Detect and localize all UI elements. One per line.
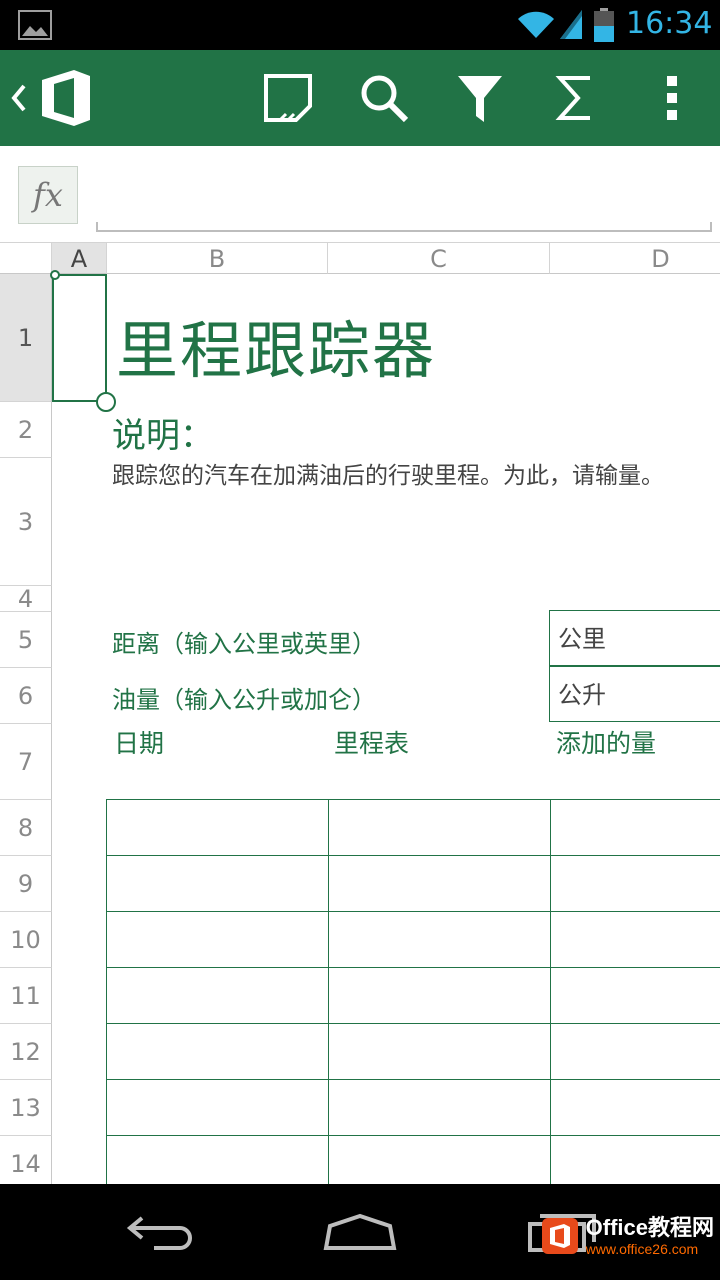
app-bar bbox=[0, 50, 720, 146]
touch-mode-icon[interactable] bbox=[262, 72, 314, 124]
signal-icon bbox=[560, 10, 582, 39]
back-nav-icon[interactable] bbox=[124, 1212, 196, 1252]
status-bar: 16:34 bbox=[0, 0, 720, 50]
more-icon[interactable] bbox=[646, 72, 698, 124]
row-header-3[interactable]: 3 bbox=[0, 458, 52, 586]
spreadsheet-grid[interactable]: A B C D 1 2 3 4 5 6 7 8 9 10 11 12 13 14… bbox=[0, 242, 720, 1184]
description-label[interactable]: 说明： bbox=[112, 408, 214, 457]
table-cell[interactable] bbox=[551, 1080, 720, 1136]
formula-input[interactable] bbox=[96, 216, 712, 232]
selected-cell-a1[interactable] bbox=[52, 274, 107, 402]
row-header-5[interactable]: 5 bbox=[0, 612, 52, 668]
distance-label[interactable]: 距离（输入公里或英里） bbox=[112, 624, 376, 659]
selection-handle-top[interactable] bbox=[50, 270, 60, 280]
column-header-b[interactable]: B bbox=[107, 242, 328, 274]
table-cell[interactable] bbox=[551, 1136, 720, 1184]
row-header-8[interactable]: 8 bbox=[0, 800, 52, 856]
select-all-corner[interactable] bbox=[0, 242, 52, 274]
column-header-d[interactable]: D bbox=[550, 242, 720, 274]
fx-button[interactable]: fx bbox=[18, 166, 78, 224]
table-cell[interactable] bbox=[329, 800, 551, 856]
wifi-icon bbox=[518, 11, 554, 38]
data-table[interactable] bbox=[106, 799, 720, 1184]
status-time: 16:34 bbox=[626, 6, 713, 41]
table-cell[interactable] bbox=[107, 800, 329, 856]
column-header-a[interactable]: A bbox=[52, 242, 107, 274]
table-cell[interactable] bbox=[107, 1080, 329, 1136]
table-cell[interactable] bbox=[329, 968, 551, 1024]
selection-handle-bottom[interactable] bbox=[96, 392, 116, 412]
table-cell[interactable] bbox=[107, 912, 329, 968]
row-header-7[interactable]: 7 bbox=[0, 724, 52, 800]
office-watermark-logo-icon bbox=[541, 1218, 578, 1254]
sum-icon[interactable] bbox=[550, 72, 602, 124]
table-cell[interactable] bbox=[329, 856, 551, 912]
table-cell[interactable] bbox=[329, 912, 551, 968]
watermark: Office教程网 www.office26.com bbox=[540, 1212, 714, 1260]
table-cell[interactable] bbox=[107, 1024, 329, 1080]
table-cell[interactable] bbox=[329, 1080, 551, 1136]
row-header-9[interactable]: 9 bbox=[0, 856, 52, 912]
volume-label[interactable]: 油量（输入公升或加仑） bbox=[112, 680, 376, 715]
row-header-4[interactable]: 4 bbox=[0, 585, 52, 613]
table-cell[interactable] bbox=[551, 856, 720, 912]
formula-bar: fx bbox=[0, 146, 720, 242]
search-icon[interactable] bbox=[358, 72, 410, 124]
table-cell[interactable] bbox=[551, 1024, 720, 1080]
table-cell[interactable] bbox=[107, 856, 329, 912]
table-cell[interactable] bbox=[107, 1136, 329, 1184]
header-date[interactable]: 日期 bbox=[114, 724, 164, 760]
office-logo-icon[interactable] bbox=[40, 68, 92, 128]
row-header-14[interactable]: 14 bbox=[0, 1136, 52, 1184]
watermark-title: Office教程网 bbox=[585, 1214, 714, 1240]
table-cell[interactable] bbox=[107, 968, 329, 1024]
back-icon[interactable] bbox=[8, 82, 28, 114]
row-header-13[interactable]: 13 bbox=[0, 1080, 52, 1136]
row-header-11[interactable]: 11 bbox=[0, 968, 52, 1024]
row-header-12[interactable]: 12 bbox=[0, 1024, 52, 1080]
image-icon bbox=[18, 10, 52, 40]
row-header-6[interactable]: 6 bbox=[0, 668, 52, 724]
volume-unit-cell[interactable]: 公升 bbox=[549, 666, 720, 722]
table-cell[interactable] bbox=[551, 912, 720, 968]
table-cell[interactable] bbox=[551, 800, 720, 856]
filter-icon[interactable] bbox=[454, 72, 506, 124]
table-cell[interactable] bbox=[329, 1136, 551, 1184]
description-text[interactable]: 跟踪您的汽车在加满油后的行驶里程。为此，请输量。 bbox=[112, 460, 720, 492]
row-header-10[interactable]: 10 bbox=[0, 912, 52, 968]
row-header-1[interactable]: 1 bbox=[0, 274, 52, 402]
distance-unit-cell[interactable]: 公里 bbox=[549, 610, 720, 666]
column-header-c[interactable]: C bbox=[328, 242, 550, 274]
header-odometer[interactable]: 里程表 bbox=[334, 724, 409, 760]
table-cell[interactable] bbox=[551, 968, 720, 1024]
row-header-2[interactable]: 2 bbox=[0, 402, 52, 458]
battery-icon bbox=[594, 8, 614, 42]
table-cell[interactable] bbox=[329, 1024, 551, 1080]
home-nav-icon[interactable] bbox=[322, 1212, 398, 1252]
watermark-url: www.office26.com bbox=[585, 1240, 699, 1257]
navigation-bar: Office教程网 www.office26.com bbox=[0, 1184, 720, 1280]
sheet-title[interactable]: 里程跟踪器 bbox=[116, 300, 436, 390]
header-added-amount[interactable]: 添加的量 bbox=[556, 724, 656, 760]
